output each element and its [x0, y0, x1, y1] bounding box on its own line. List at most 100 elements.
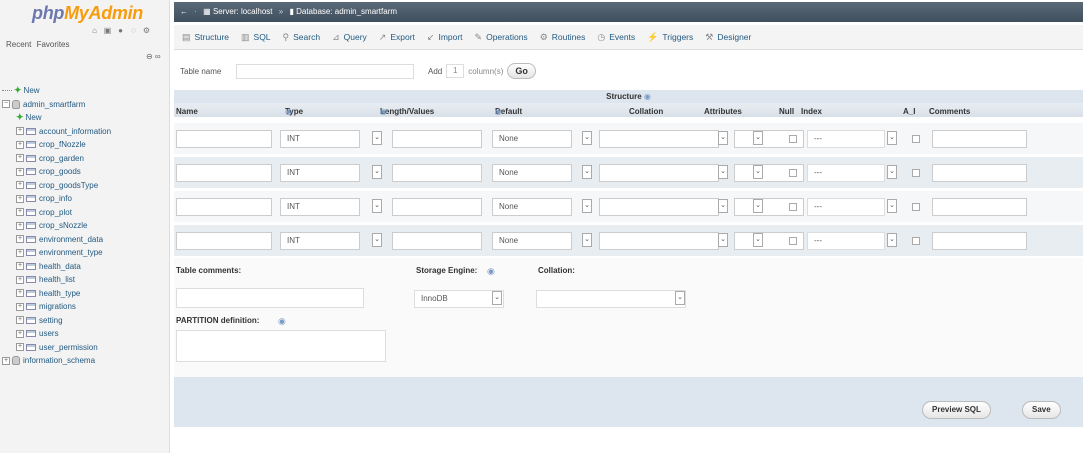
expand-icon[interactable]: +: [16, 194, 24, 203]
table-comments-input[interactable]: [176, 288, 364, 308]
favorites-link[interactable]: Favorites: [37, 40, 70, 49]
expand-icon[interactable]: +: [16, 221, 24, 230]
add-columns-input[interactable]: 1: [446, 64, 465, 78]
chevron-down-icon[interactable]: ⌄: [753, 199, 763, 213]
expand-icon[interactable]: +: [16, 208, 24, 217]
expand-icon[interactable]: +: [16, 262, 24, 271]
expand-icon[interactable]: +: [16, 289, 24, 298]
tree-database[interactable]: − admin_smartfarm: [2, 98, 168, 112]
expand-icon[interactable]: +: [16, 275, 24, 284]
tree-table-item[interactable]: + crop_info: [2, 192, 168, 206]
tree-table-item[interactable]: + users: [2, 327, 168, 341]
storage-engine-select[interactable]: InnoDB: [414, 290, 504, 308]
collapse-all-button[interactable]: ⊖ ∞: [146, 52, 164, 62]
auto-increment-checkbox[interactable]: [912, 135, 920, 143]
tree-table-item[interactable]: + health_type: [2, 287, 168, 301]
help-icon[interactable]: ◉: [487, 266, 495, 277]
chevron-down-icon[interactable]: ⌄: [718, 199, 728, 213]
help-icon[interactable]: ●: [116, 26, 125, 35]
chevron-down-icon[interactable]: ⌄: [718, 165, 728, 179]
chevron-down-icon[interactable]: ⌄: [887, 165, 897, 179]
table-name-input[interactable]: [236, 63, 414, 79]
tree-table-item[interactable]: + crop_goods: [2, 165, 168, 179]
null-checkbox[interactable]: [789, 135, 797, 143]
tree-table-item[interactable]: + user_permission: [2, 341, 168, 355]
column-name-input[interactable]: [176, 198, 272, 216]
default-select[interactable]: None: [492, 198, 572, 216]
recent-link[interactable]: Recent: [6, 40, 31, 49]
tree-database-information-schema[interactable]: + information_schema: [2, 354, 168, 368]
collation-select[interactable]: [599, 130, 719, 148]
tree-table-item[interactable]: + health_list: [2, 273, 168, 287]
tab-export[interactable]: ↗ Export: [379, 32, 415, 43]
null-checkbox[interactable]: [789, 237, 797, 245]
column-name-input[interactable]: [176, 130, 272, 148]
chevron-down-icon[interactable]: ⌄: [887, 233, 897, 247]
expand-icon[interactable]: +: [16, 343, 24, 352]
breadcrumb-database[interactable]: Database: admin_smartfarm: [296, 7, 397, 16]
column-type-select[interactable]: INT: [280, 164, 360, 182]
null-checkbox[interactable]: [789, 169, 797, 177]
column-type-select[interactable]: INT: [280, 130, 360, 148]
expand-icon[interactable]: +: [16, 154, 24, 163]
tree-table-item[interactable]: + setting: [2, 314, 168, 328]
chevron-down-icon[interactable]: ⌄: [753, 233, 763, 247]
column-type-select[interactable]: INT: [280, 198, 360, 216]
index-select[interactable]: ---: [807, 232, 885, 250]
preview-sql-button[interactable]: Preview SQL: [922, 401, 991, 419]
docs-icon[interactable]: ◌: [129, 26, 138, 35]
collation-select[interactable]: [599, 232, 719, 250]
tree-table-item[interactable]: + crop_fNozzle: [2, 138, 168, 152]
chevron-down-icon[interactable]: ⌄: [492, 291, 502, 305]
chevron-down-icon[interactable]: ⌄: [675, 291, 685, 305]
expand-icon[interactable]: +: [16, 329, 24, 338]
settings-icon[interactable]: ⚙: [142, 26, 151, 35]
partition-definition-box[interactable]: [176, 330, 386, 362]
tree-table-item[interactable]: + crop_goodsType: [2, 179, 168, 193]
tree-table-item[interactable]: + crop_garden: [2, 152, 168, 166]
column-comments-input[interactable]: [932, 198, 1027, 216]
collation-select[interactable]: [599, 164, 719, 182]
tab-query[interactable]: ⊿ Query: [332, 32, 367, 43]
chevron-down-icon[interactable]: ⌄: [753, 131, 763, 145]
chevron-down-icon[interactable]: ⌄: [582, 233, 592, 247]
tab-operations[interactable]: ✎ Operations: [475, 32, 528, 43]
tree-table-item[interactable]: + account_information: [2, 125, 168, 139]
index-select[interactable]: ---: [807, 198, 885, 216]
length-values-input[interactable]: [392, 232, 482, 250]
help-icon[interactable]: ◉: [278, 316, 286, 327]
chevron-down-icon[interactable]: ⌄: [372, 199, 382, 213]
tab-routines[interactable]: ⚙ Routines: [540, 32, 586, 43]
tree-table-new[interactable]: ✦ New: [2, 111, 168, 125]
tree-table-item[interactable]: + environment_data: [2, 233, 168, 247]
auto-increment-checkbox[interactable]: [912, 237, 920, 245]
chevron-down-icon[interactable]: ⌄: [372, 165, 382, 179]
expand-icon[interactable]: +: [16, 248, 24, 257]
length-values-input[interactable]: [392, 198, 482, 216]
help-icon[interactable]: ◉: [644, 92, 651, 101]
column-comments-input[interactable]: [932, 232, 1027, 250]
breadcrumb-server[interactable]: Server: localhost: [213, 7, 273, 16]
index-select[interactable]: ---: [807, 164, 885, 182]
column-name-input[interactable]: [176, 232, 272, 250]
tab-import[interactable]: ↙ Import: [427, 32, 463, 43]
tab-search[interactable]: ⚲ Search: [283, 32, 321, 43]
null-checkbox[interactable]: [789, 203, 797, 211]
tab-sql[interactable]: ▥ SQL: [241, 32, 271, 43]
help-icon[interactable]: ◉: [285, 107, 292, 116]
help-icon[interactable]: ◉: [380, 107, 387, 116]
index-select[interactable]: ---: [807, 130, 885, 148]
chevron-down-icon[interactable]: ⌄: [718, 233, 728, 247]
chevron-down-icon[interactable]: ⌄: [887, 199, 897, 213]
phpmyadmin-logo[interactable]: phpMyAdmin: [32, 3, 143, 24]
column-comments-input[interactable]: [932, 164, 1027, 182]
expand-icon[interactable]: +: [16, 235, 24, 244]
chevron-down-icon[interactable]: ⌄: [582, 131, 592, 145]
length-values-input[interactable]: [392, 164, 482, 182]
back-arrow-icon[interactable]: ←: [180, 7, 188, 16]
chevron-down-icon[interactable]: ⌄: [887, 131, 897, 145]
help-icon[interactable]: ◉: [495, 107, 502, 116]
expand-icon[interactable]: +: [16, 127, 24, 136]
chevron-down-icon[interactable]: ⌄: [753, 165, 763, 179]
expand-icon[interactable]: +: [2, 356, 10, 365]
